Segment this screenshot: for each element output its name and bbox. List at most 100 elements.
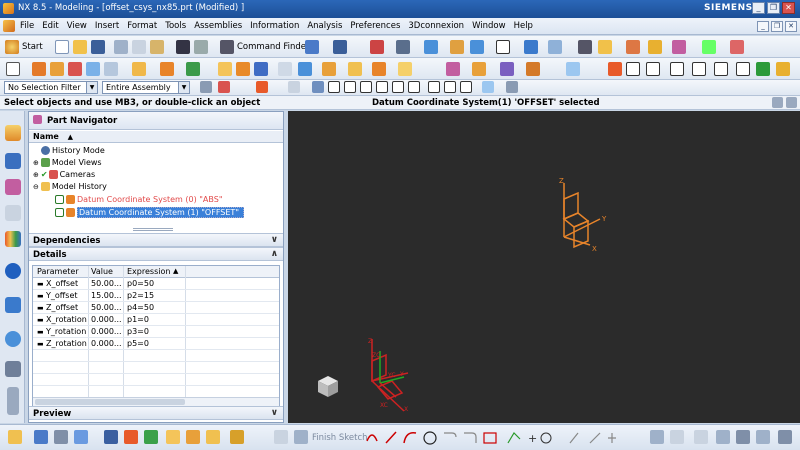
start-button[interactable]: Start — [22, 42, 43, 52]
part-navigator-icon[interactable] — [5, 179, 21, 195]
pencil-icon[interactable] — [450, 40, 464, 54]
details-row[interactable]: ▬ X_offset 50.00... p0=50 — [33, 278, 279, 290]
save-icon[interactable] — [91, 40, 105, 54]
arc-icon[interactable] — [403, 431, 417, 444]
chamfer-sketch-icon[interactable] — [464, 432, 477, 443]
menu-file[interactable]: File — [20, 21, 34, 31]
resize-blend-icon[interactable] — [670, 62, 684, 76]
draft-icon[interactable] — [278, 62, 292, 76]
sort-ascending-icon[interactable]: ▲ — [68, 133, 73, 141]
menu-analysis[interactable]: Analysis — [307, 21, 342, 31]
layer-icon[interactable] — [333, 40, 347, 54]
tree-cameras[interactable]: ⊕ ✔ Cameras — [33, 169, 95, 181]
details-row[interactable]: ▬ Y_offset 15.00... p2=15 — [33, 290, 279, 302]
circle-icon[interactable] — [423, 431, 437, 445]
menu-help[interactable]: Help — [514, 21, 533, 31]
selection-icon[interactable] — [305, 40, 319, 54]
snap-view-icon[interactable] — [370, 40, 384, 54]
ruler-icon[interactable] — [730, 40, 744, 54]
sew-icon[interactable] — [500, 62, 514, 76]
snap-grid-icon[interactable] — [54, 430, 68, 444]
graphics-window[interactable]: Z Y X Z ZC Y YC XC X — [288, 111, 800, 423]
command-finder-icon[interactable] — [220, 40, 234, 54]
profile-icon[interactable] — [366, 434, 378, 442]
bounded-grid-icon[interactable] — [482, 81, 494, 93]
show-hide-icon[interactable] — [470, 40, 484, 54]
dimension-icon[interactable] — [124, 430, 138, 444]
open-icon[interactable] — [73, 40, 87, 54]
geometric-constraint-icon[interactable] — [144, 430, 158, 444]
midpoint-snap-icon[interactable] — [344, 81, 356, 93]
reattach-icon[interactable] — [778, 430, 792, 444]
menu-information[interactable]: Information — [250, 21, 299, 31]
assembly-navigator-icon[interactable] — [5, 125, 21, 141]
component-icon[interactable] — [186, 430, 200, 444]
maximize-button[interactable]: ❐ — [767, 2, 780, 14]
make-coplanar-icon[interactable] — [756, 62, 770, 76]
mirror-curve-icon[interactable] — [650, 430, 664, 444]
frame-icon[interactable] — [496, 40, 510, 54]
clock-icon[interactable] — [5, 331, 21, 347]
sweep-icon[interactable] — [372, 62, 386, 76]
finish-sketch-icon[interactable] — [294, 430, 308, 444]
doc-close-button[interactable]: ✕ — [785, 21, 797, 32]
document-icon[interactable] — [3, 20, 15, 32]
assembly-constraint-icon[interactable] — [166, 430, 180, 444]
sort-ascending-icon[interactable]: ▲ — [173, 267, 178, 275]
header-value[interactable]: Value — [91, 267, 113, 276]
splitter-handle[interactable] — [133, 228, 173, 231]
edit-arrangement-icon[interactable] — [206, 430, 220, 444]
revolve-icon[interactable] — [50, 62, 64, 76]
paste-icon[interactable] — [150, 40, 164, 54]
tree-datum-csys-abs[interactable]: Datum Coordinate System (0) "ABS" — [55, 194, 223, 206]
existing-point-icon[interactable] — [428, 81, 440, 93]
selection-filter-select[interactable]: No Selection Filter ▼ — [4, 81, 98, 94]
rectangle-icon[interactable] — [483, 432, 497, 444]
trim-body-icon[interactable] — [322, 62, 336, 76]
filter-settings-icon[interactable] — [200, 81, 212, 93]
cube-view-icon[interactable] — [424, 40, 438, 54]
datum-csys-icon[interactable] — [160, 62, 174, 76]
offset-datum-csys[interactable] — [562, 183, 601, 249]
boss-icon[interactable] — [104, 62, 118, 76]
thicken-icon[interactable] — [398, 62, 412, 76]
nx-app-icon[interactable] — [3, 3, 14, 14]
preview-panel-header[interactable]: Preview ∨ — [29, 406, 283, 420]
chevron-down-icon[interactable]: ∨ — [271, 408, 278, 418]
minimize-button[interactable]: _ — [752, 2, 765, 14]
menu-tools[interactable]: Tools — [165, 21, 186, 31]
curve-rule-icon[interactable] — [256, 81, 268, 93]
horizontal-scrollbar[interactable] — [33, 397, 279, 406]
gear-icon[interactable] — [648, 40, 662, 54]
polyline-icon[interactable] — [507, 432, 521, 444]
linked-face-icon[interactable] — [776, 62, 790, 76]
wave-icon[interactable] — [230, 430, 244, 444]
arc-center-icon[interactable] — [392, 81, 404, 93]
vector-icon[interactable] — [702, 40, 716, 54]
tree-datum-csys-offset[interactable]: Datum Coordinate System (1) "OFFSET" — [55, 207, 244, 219]
move-face-icon[interactable] — [608, 62, 622, 76]
start-icon[interactable] — [5, 40, 19, 54]
fillet-icon[interactable] — [444, 432, 457, 438]
control-point-icon[interactable] — [360, 81, 372, 93]
tree-model-history[interactable]: ⊖ Model History — [33, 181, 107, 193]
sketch-settings-icon[interactable] — [756, 430, 770, 444]
replace-icon[interactable] — [714, 62, 728, 76]
quadrant-snap-icon[interactable] — [408, 81, 420, 93]
viewport-svg[interactable]: Z Y X Z ZC Y YC XC X — [288, 111, 800, 423]
menu-assemblies[interactable]: Assemblies — [194, 21, 242, 31]
render-style-icon[interactable] — [396, 40, 410, 54]
point-icon[interactable] — [672, 40, 686, 54]
chevron-down-icon[interactable]: ∨ — [271, 235, 278, 245]
checkbox-icon[interactable] — [55, 208, 64, 217]
point-plus-icon[interactable]: + — [528, 432, 537, 445]
inferred-constraint-icon[interactable] — [736, 430, 750, 444]
menu-insert[interactable]: Insert — [95, 21, 119, 31]
make-corner-icon[interactable] — [608, 433, 616, 443]
reuse-library-icon[interactable] — [5, 205, 21, 221]
status-panel-icon[interactable] — [772, 97, 783, 108]
datum-axis-icon[interactable] — [186, 62, 200, 76]
face-select-icon[interactable] — [312, 81, 324, 93]
trim-icon[interactable] — [569, 432, 579, 444]
menu-window[interactable]: Window — [472, 21, 506, 31]
